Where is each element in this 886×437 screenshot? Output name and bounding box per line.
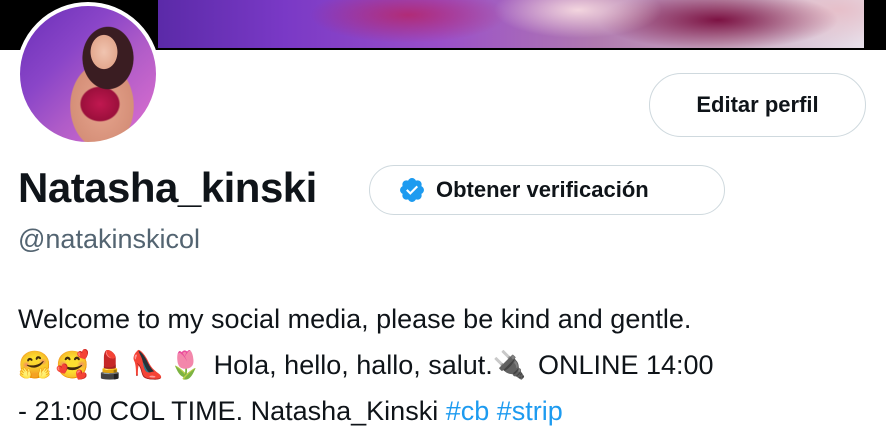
user-handle: @natakinskicol [18, 224, 200, 254]
high-heel-emoji: 👠 [130, 350, 165, 380]
get-verified-label: Obtener verificación [436, 177, 649, 202]
bio-line-1: Welcome to my social media, please be ki… [18, 304, 692, 334]
tulip-emoji: 🌷 [168, 350, 203, 380]
hashtag-link-cb[interactable]: #cb [446, 396, 490, 426]
lipstick-emoji: 💄 [93, 350, 127, 380]
bio-greeting: Hola, hello, hallo, salut. [213, 350, 493, 380]
bio-online-hours: ONLINE 14:00 [537, 350, 714, 380]
bio-line-3: - 21:00 COL TIME. Natasha_Kinski #cb #st… [18, 388, 878, 434]
verified-badge-icon [400, 178, 424, 202]
banner-photo [158, 0, 864, 48]
bio-schedule-text: - 21:00 COL TIME. Natasha_Kinski [18, 396, 439, 426]
plug-emoji: 🔌 [492, 350, 527, 380]
avatar[interactable] [16, 2, 160, 146]
hashtag-link-strip[interactable]: #strip [497, 396, 563, 426]
get-verified-button[interactable]: Obtener verificación [369, 165, 725, 215]
hugging-face-emoji: 🤗 [18, 350, 52, 380]
smiling-hearts-emoji: 🥰 [55, 350, 90, 380]
profile-bio: Welcome to my social media, please be ki… [18, 296, 878, 434]
bio-line-2: 🤗 🥰 💄 👠 🌷 Hola, hello, hallo, salut.🔌 ONLINE… [18, 342, 878, 388]
display-name: Natasha_kinski [18, 164, 317, 211]
edit-profile-button[interactable]: Editar perfil [649, 73, 866, 137]
